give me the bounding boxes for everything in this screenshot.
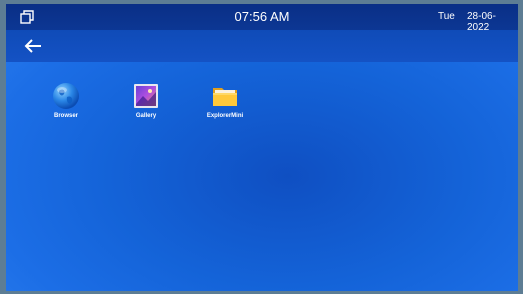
app-browser[interactable]: Browser	[36, 82, 96, 119]
globe-icon	[53, 83, 79, 109]
back-arrow-icon[interactable]	[24, 38, 42, 54]
app-label: Browser	[53, 113, 78, 119]
device-screen: 07:56 AM Tue 28-06-2022 Browser Gallery …	[6, 4, 518, 291]
app-label: ExplorerMini	[206, 113, 244, 119]
app-label: Gallery	[135, 113, 157, 119]
navigation-bar	[6, 30, 518, 62]
status-bar: 07:56 AM Tue 28-06-2022	[6, 4, 518, 33]
app-explorermini[interactable]: ExplorerMini	[195, 82, 255, 119]
folder-icon	[213, 88, 237, 106]
app-gallery[interactable]: Gallery	[116, 82, 176, 119]
day-of-week: Tue	[438, 11, 455, 22]
gallery-icon	[134, 84, 158, 108]
